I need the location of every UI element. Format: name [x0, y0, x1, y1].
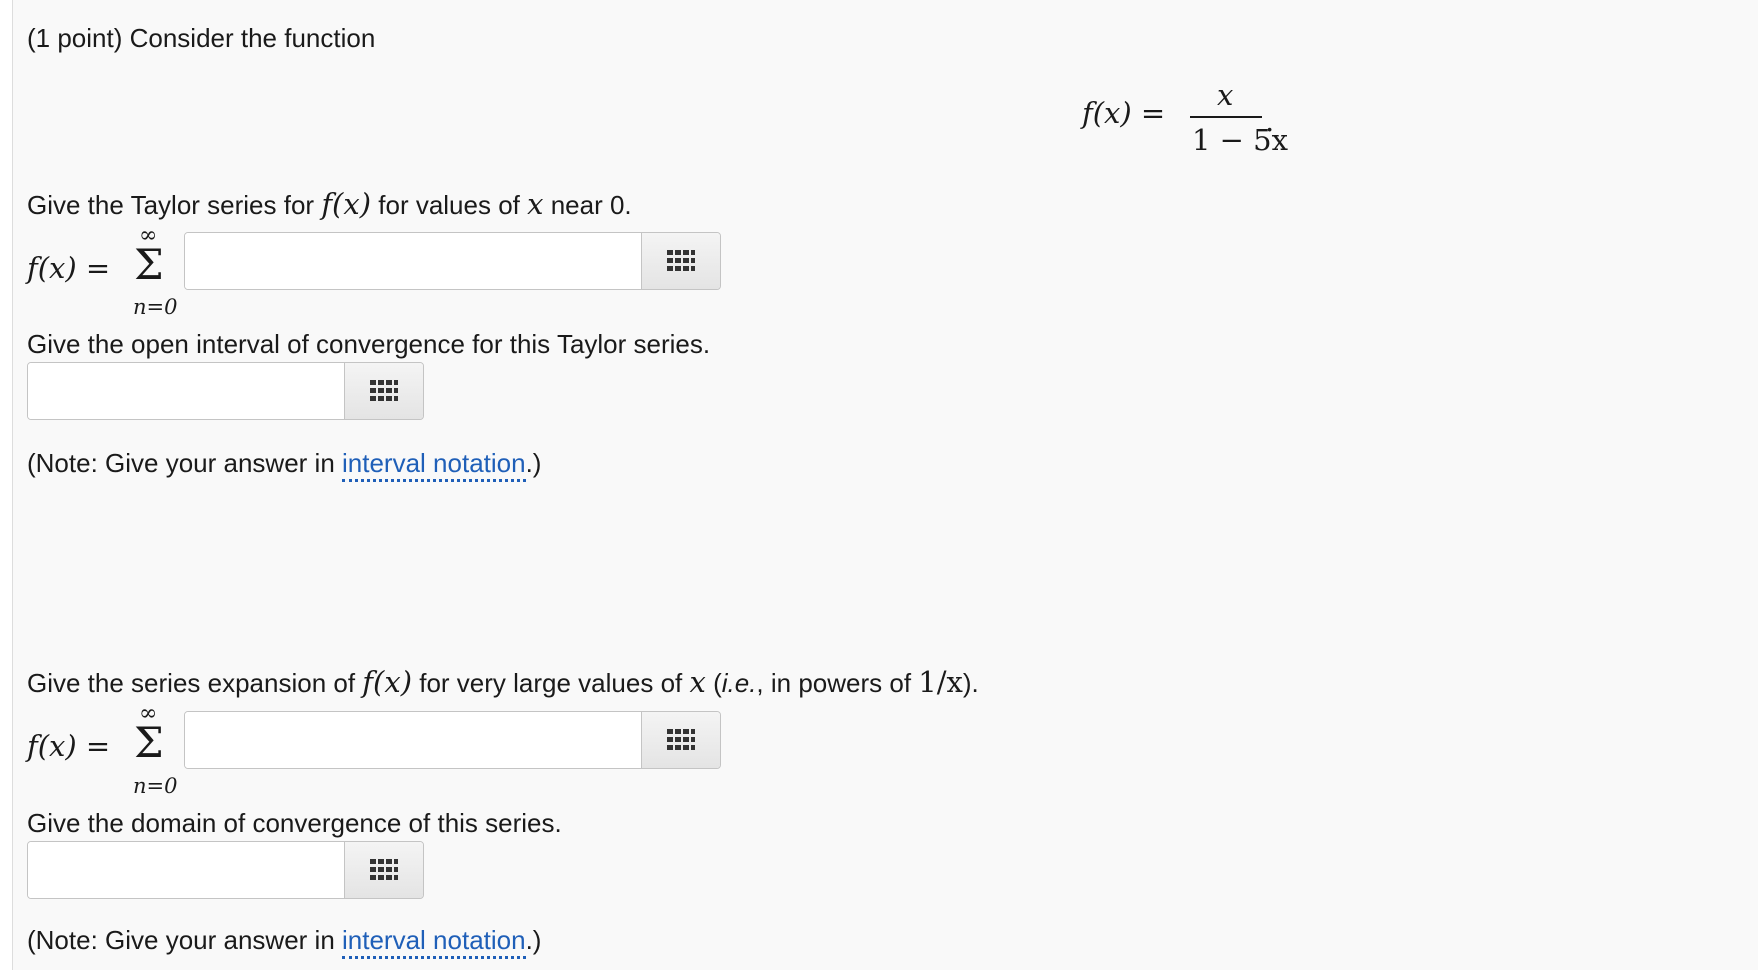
sum-symbol: Σ — [134, 718, 164, 767]
interval-input[interactable] — [28, 363, 344, 419]
interval-note: (Note: Give your answer in interval nota… — [27, 448, 541, 482]
sum-lower-limit: n=0 — [133, 295, 178, 319]
domain-input[interactable] — [28, 842, 344, 898]
grid-icon — [667, 250, 695, 271]
domain-note: (Note: Give your answer in interval nota… — [27, 925, 541, 959]
interval-notation-link[interactable]: interval notation — [342, 925, 526, 959]
function-period: . — [1265, 104, 1275, 138]
interval-notation-link[interactable]: interval notation — [342, 448, 526, 482]
domain-prompt: Give the domain of convergence of this s… — [27, 808, 562, 838]
equation-editor-button[interactable] — [344, 842, 423, 898]
equation-editor-button[interactable] — [344, 363, 423, 419]
equation-editor-button[interactable] — [641, 712, 720, 768]
large-x-series-answer — [184, 711, 721, 769]
interval-prompt: Give the open interval of convergence fo… — [27, 329, 711, 359]
equation-editor-button[interactable] — [641, 233, 720, 289]
sum-lower-limit: n=0 — [133, 774, 178, 798]
taylor-prompt: Give the Taylor series for f(x) for valu… — [27, 187, 632, 221]
fraction-bar — [1190, 116, 1262, 118]
sum-symbol: Σ — [134, 240, 164, 289]
grid-icon — [370, 380, 398, 401]
large-x-series-input[interactable] — [185, 712, 641, 768]
sum-lhs: f(x) = — [27, 729, 111, 763]
function-numerator: x — [1217, 78, 1234, 112]
taylor-series-answer — [184, 232, 721, 290]
function-lhs: f(x) = — [1082, 96, 1166, 130]
problem-intro: (1 point) Consider the function — [27, 23, 376, 53]
large-x-prompt: Give the series expansion of f(x) for ve… — [27, 665, 979, 699]
interval-answer — [27, 362, 424, 420]
grid-icon — [667, 729, 695, 750]
grid-icon — [370, 859, 398, 880]
sum-lhs: f(x) = — [27, 251, 111, 285]
taylor-series-input[interactable] — [185, 233, 641, 289]
domain-answer — [27, 841, 424, 899]
